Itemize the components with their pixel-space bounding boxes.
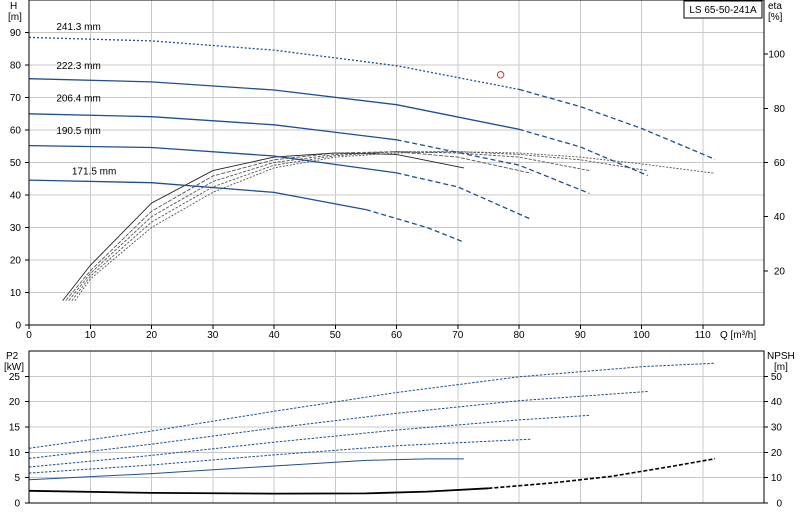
- y2-axis-label-npsh: NPSH: [767, 351, 795, 362]
- h-tick-label: 70: [10, 93, 22, 104]
- duty-point-marker: [496, 71, 505, 79]
- npsh-tick-label: 50: [771, 372, 783, 383]
- eta-tick-label: 100: [768, 50, 785, 61]
- power-curve: [28, 438, 532, 474]
- top-chart-grid: [29, 0, 764, 325]
- h-tick-label: 40: [10, 191, 22, 202]
- y-axis-unit-p2: [kW]: [4, 362, 24, 373]
- x-tick-label: 20: [146, 330, 158, 341]
- h-tick-label: 30: [10, 223, 22, 234]
- h-tick-label: 90: [10, 28, 22, 39]
- y-axis-label-p2: P2: [6, 351, 19, 362]
- x-tick-label: 100: [633, 330, 650, 341]
- h-tick-label: 20: [10, 256, 22, 267]
- x-tick-label: 110: [695, 330, 711, 341]
- head-curve-extension: [396, 139, 590, 195]
- head-curve-extension: [518, 128, 648, 177]
- efficiency-curve: [74, 151, 716, 301]
- y2-axis-unit-eta: [%]: [768, 12, 783, 23]
- eta-tick-label: 20: [774, 266, 786, 277]
- x-tick-label: 40: [268, 330, 280, 341]
- head-curve-label: 171.5 mm: [72, 167, 116, 178]
- p2-tick-label: 15: [9, 423, 21, 434]
- bottom-chart-curves: [28, 362, 716, 495]
- head-curve-extension: [396, 172, 532, 220]
- x-tick-label: 30: [207, 330, 219, 341]
- y-axis-unit-h: [m]: [8, 12, 22, 23]
- y2-axis-label-eta: eta: [768, 1, 782, 12]
- efficiency-curve: [65, 151, 532, 301]
- head-curve-extension: [518, 88, 716, 160]
- x-axis-label-q: Q [m³/h]: [720, 330, 756, 341]
- efficiency-curve: [71, 151, 648, 301]
- h-tick-label: 60: [10, 126, 22, 137]
- h-tick-label: 80: [10, 61, 22, 72]
- h-tick-label: 50: [10, 158, 22, 169]
- npsh-curve-extension: [488, 457, 716, 490]
- p2-tick-label: 5: [14, 473, 20, 484]
- p2-tick-label: 20: [9, 397, 21, 408]
- power-curve: [28, 414, 590, 468]
- p2-tick-label: 10: [9, 448, 21, 459]
- p2-tick-label: 0: [14, 499, 20, 510]
- power-curve: [28, 458, 464, 481]
- top-chart-tick-labels: 0 10 20 30 40 50 60 70 80 90 100 110 0 10 20 30 40 50 60 70…: [10, 28, 786, 341]
- npsh-tick-label: 30: [771, 423, 783, 434]
- x-tick-label: 0: [26, 330, 32, 341]
- x-tick-label: 50: [330, 330, 342, 341]
- eta-tick-label: 40: [774, 212, 786, 223]
- x-tick-label: 60: [391, 330, 403, 341]
- h-tick-label: 0: [15, 321, 21, 332]
- bottom-chart-grid: [29, 351, 764, 503]
- npsh-tick-label: 40: [771, 397, 783, 408]
- top-chart-curves: 241.3 mm 222.3 mm 206.4 mm 190.5 mm 171.5 mm: [28, 22, 716, 301]
- pump-performance-chart: 241.3 mm 222.3 mm 206.4 mm 190.5 mm 171.5 mm…: [4, 0, 795, 510]
- head-curve-label: 190.5 mm: [56, 126, 100, 137]
- head-curve-label: 222.3 mm: [56, 61, 100, 72]
- x-tick-label: 70: [452, 330, 464, 341]
- head-curve-extension: [365, 208, 465, 243]
- npsh-tick-label: 10: [771, 473, 783, 484]
- eta-tick-label: 60: [774, 158, 786, 169]
- head-curve-label: 241.3 mm: [56, 22, 100, 33]
- npsh-tick-label: 20: [771, 448, 783, 459]
- npsh-tick-label: 0: [776, 499, 782, 510]
- efficiency-curve: [62, 152, 464, 301]
- head-curve-label: 206.4 mm: [56, 93, 100, 104]
- y2-axis-unit-npsh: [m]: [774, 362, 788, 373]
- chart-title: LS 65-50-241A: [689, 5, 757, 16]
- x-tick-label: 10: [85, 330, 97, 341]
- bottom-chart-tick-labels: 0 5 10 15 20 25 0 10 20 30 40 50: [9, 372, 783, 510]
- h-tick-label: 10: [10, 288, 22, 299]
- p2-tick-label: 25: [9, 372, 21, 383]
- eta-tick-label: 80: [774, 104, 786, 115]
- npsh-curve: [28, 487, 489, 495]
- y-axis-label-h: H: [10, 1, 17, 12]
- x-tick-label: 90: [575, 330, 587, 341]
- x-tick-label: 80: [513, 330, 525, 341]
